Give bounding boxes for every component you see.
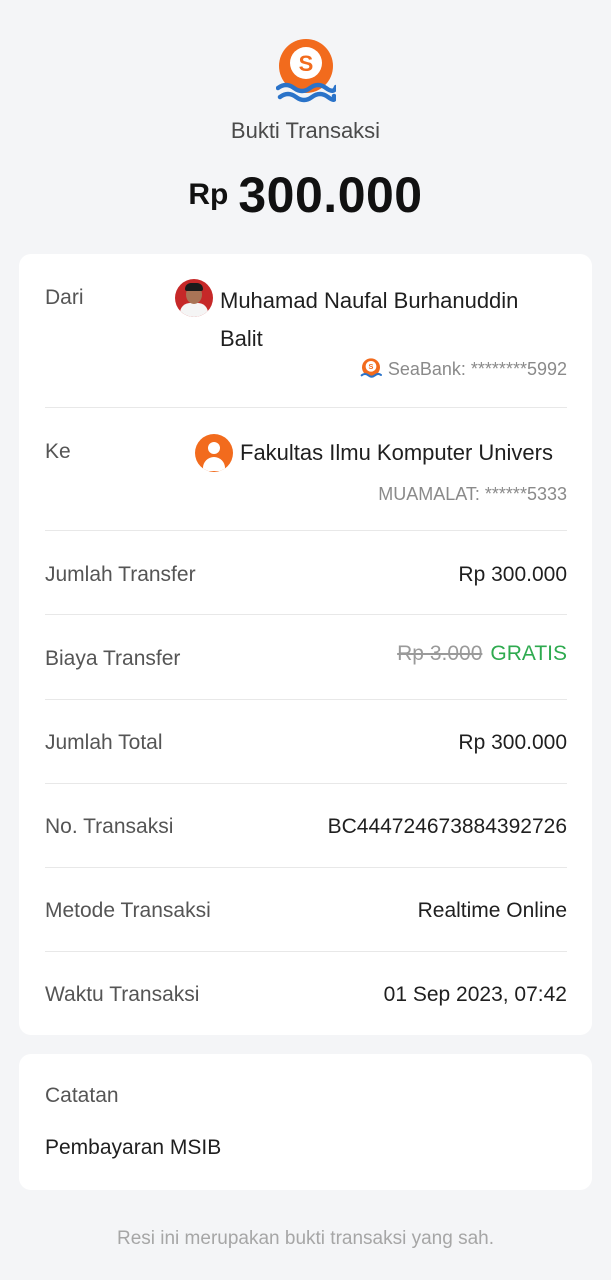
currency-symbol: Rp: [188, 178, 229, 211]
sender-bank-text: SeaBank: ********5992: [387, 358, 567, 379]
divider: [45, 407, 567, 408]
original-fee: Rp 3.000: [397, 642, 483, 665]
transaction-details-card: Dari Muhamad Naufal Burhanuddin Balit S …: [19, 254, 592, 1035]
note-card: Catatan Pembayaran MSIB: [19, 1054, 592, 1190]
seabank-mini-icon: S: [360, 358, 382, 378]
receiver-account: MUAMALAT: ******5333: [378, 484, 567, 504]
sender-account: S SeaBank: ********5992: [360, 358, 567, 380]
transaction-number-value: BC444724673884392726: [327, 815, 567, 838]
transaction-number-label: No. Transaksi: [45, 815, 174, 838]
total-amount: Rp 300.000: [0, 166, 611, 224]
sender-avatar: [175, 279, 213, 317]
sender-label: Dari: [45, 286, 84, 309]
receiver-label: Ke: [45, 440, 71, 463]
receipt-footer-text: Resi ini merupakan bukti transaksi yang …: [116, 1228, 495, 1249]
free-badge: GRATIS: [490, 642, 567, 665]
amount-value: 300.000: [238, 167, 423, 223]
user-avatar-icon: [195, 434, 233, 472]
divider: [45, 530, 567, 531]
note-value: Pembayaran MSIB: [45, 1136, 222, 1159]
transfer-amount-value: Rp 300.000: [458, 563, 567, 586]
divider: [45, 614, 567, 615]
method-label: Metode Transaksi: [45, 899, 211, 922]
transfer-amount-label: Jumlah Transfer: [45, 563, 196, 586]
divider: [45, 867, 567, 868]
sender-name: Muhamad Naufal Burhanuddin Balit: [220, 288, 519, 351]
method-value: Realtime Online: [417, 899, 567, 922]
divider: [45, 951, 567, 952]
divider: [45, 699, 567, 700]
note-label: Catatan: [45, 1084, 119, 1107]
time-value: 01 Sep 2023, 07:42: [383, 983, 567, 1006]
receipt-header: S Bukti Transaksi Rp 300.000: [0, 0, 611, 250]
svg-text:S: S: [299, 51, 314, 76]
transfer-fee-value: Rp 3.000 GRATIS: [397, 642, 567, 666]
seabank-logo-icon: S: [276, 39, 336, 103]
divider: [45, 783, 567, 784]
page-title: Bukti Transaksi: [230, 118, 381, 143]
svg-text:S: S: [368, 362, 373, 371]
time-label: Waktu Transaksi: [45, 983, 200, 1006]
transfer-fee-label: Biaya Transfer: [45, 647, 181, 670]
total-label: Jumlah Total: [45, 731, 163, 754]
receiver-name: Fakultas Ilmu Komputer Univers: [240, 440, 553, 465]
total-value: Rp 300.000: [458, 731, 567, 754]
